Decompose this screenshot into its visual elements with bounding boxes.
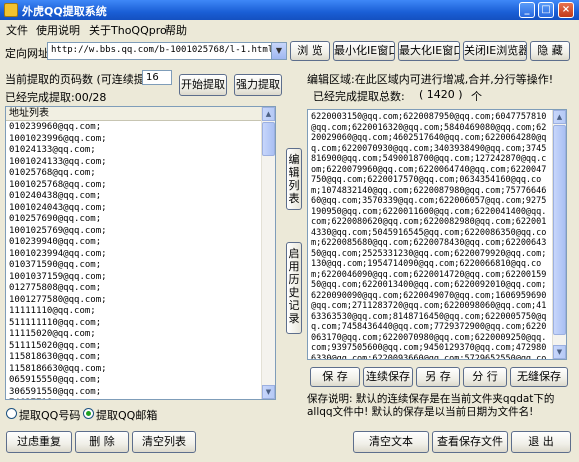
edit-content[interactable]: 6220003150@qq.com;6220087950@qq.com;6047… xyxy=(311,112,551,359)
list-item[interactable]: 1001025768@qq.com; xyxy=(9,180,261,192)
total-label: 已经完成提取总数: xyxy=(313,90,405,103)
browse-button[interactable]: 浏 览 xyxy=(290,41,330,61)
list-item[interactable]: 010240438@qq.com; xyxy=(9,191,261,203)
view-saved-file-button[interactable]: 查看保存文件 xyxy=(432,431,508,453)
total-unit: 个 xyxy=(471,90,482,103)
list-item[interactable]: 010371590@qq.com; xyxy=(9,260,261,272)
list-item[interactable]: 01024133@qq.com; xyxy=(9,145,261,157)
start-extract-button[interactable]: 开始提取 xyxy=(179,74,227,96)
edit-scrollbar[interactable]: ▲ ▼ xyxy=(552,110,566,359)
hide-button[interactable]: 隐 藏 xyxy=(530,41,570,61)
list-item[interactable]: 1001037159@qq.com; xyxy=(9,272,261,284)
edit-area-note: 编辑区域:在此区域内可进行增减,合并,分行等操作! xyxy=(307,73,554,86)
list-item[interactable]: 511115020@qq.com; xyxy=(9,341,261,353)
maximize-button[interactable]: □ xyxy=(538,2,554,18)
list-item[interactable]: 1158186630@qq.com; xyxy=(9,364,261,376)
edit-list-tab[interactable]: 编辑列表 xyxy=(286,148,302,210)
address-list-scrollbar[interactable]: ▲ ▼ xyxy=(261,107,275,399)
list-item[interactable]: 511111110@qq.com; xyxy=(9,318,261,330)
scroll-up-icon[interactable]: ▲ xyxy=(262,107,275,121)
scroll-thumb[interactable] xyxy=(262,122,275,156)
save-as-button[interactable]: 另 存 xyxy=(416,367,460,387)
list-item[interactable]: 11111110@qq.com; xyxy=(9,306,261,318)
minimize-button[interactable]: _ xyxy=(519,2,535,18)
seamless-save-button[interactable]: 无缝保存 xyxy=(510,367,568,387)
url-combobox[interactable]: http://w.bbs.qq.com/b-1001025768/l-1.htm… xyxy=(47,42,287,60)
radio-extract-qq-label[interactable]: 提取QQ号码 xyxy=(19,407,80,423)
minimize-ie-button[interactable]: 最小化IE窗口 xyxy=(333,41,395,61)
scroll-down-icon[interactable]: ▼ xyxy=(553,345,566,359)
list-item[interactable]: 065915550@qq.com; xyxy=(9,375,261,387)
list-item[interactable]: 1001277580@qq.com; xyxy=(9,295,261,307)
exit-button[interactable]: 退 出 xyxy=(511,431,571,453)
list-item[interactable]: 1001023994@qq.com; xyxy=(9,249,261,261)
window-title: 外虎QQ提取系统 xyxy=(22,5,107,18)
close-button[interactable]: × xyxy=(558,2,574,18)
history-tab[interactable]: 启用历史记录 xyxy=(286,242,302,334)
list-item[interactable]: 1001025769@qq.com; xyxy=(9,226,261,238)
save-note: 保存说明: 默认的连续保存是在当前文件夹qqdat下的allqq文件中! 默认的… xyxy=(307,393,555,418)
app-icon xyxy=(4,3,18,17)
maximize-ie-button[interactable]: 最大化IE窗口 xyxy=(398,41,460,61)
continuous-save-button[interactable]: 连续保存 xyxy=(363,367,413,387)
clear-list-button[interactable]: 清空列表 xyxy=(132,431,196,453)
radio-extract-mail[interactable] xyxy=(83,408,94,419)
radio-extract-mail-label[interactable]: 提取QQ邮箱 xyxy=(96,407,157,423)
list-item[interactable]: 74637718@qq.com; xyxy=(9,398,261,399)
page-count-input[interactable]: 16 xyxy=(142,70,172,85)
total-value: ( 1420 ) xyxy=(419,88,463,101)
url-label: 定向网址: xyxy=(5,47,53,60)
radio-extract-qq[interactable] xyxy=(6,408,17,419)
chevron-down-icon[interactable]: ▼ xyxy=(271,43,286,59)
address-list-header[interactable]: 地址列表 xyxy=(6,107,263,121)
scroll-up-icon[interactable]: ▲ xyxy=(553,110,566,124)
menu-file[interactable]: 文件 xyxy=(6,22,28,38)
list-item[interactable]: 010239960@qq.com; xyxy=(9,122,261,134)
list-item[interactable]: 01025768@qq.com; xyxy=(9,168,261,180)
scroll-thumb[interactable] xyxy=(553,125,566,335)
menu-usage[interactable]: 使用说明 xyxy=(36,22,80,38)
menu-about[interactable]: 关于ThoQQpro xyxy=(89,22,167,38)
url-value[interactable]: http://w.bbs.qq.com/b-1001025768/l-1.htm… xyxy=(51,45,273,55)
address-list-rows: 010239960@qq.com; 1001023996@qq.com; 01024… xyxy=(9,122,261,399)
list-item[interactable]: 11115020@qq.com; xyxy=(9,329,261,341)
list-item[interactable]: 1001023996@qq.com; xyxy=(9,134,261,146)
edit-textarea[interactable]: 6220003150@qq.com;6220087950@qq.com;6047… xyxy=(307,109,567,360)
list-item[interactable]: 115818630@qq.com; xyxy=(9,352,261,364)
list-item[interactable]: 1001024043@qq.com; xyxy=(9,203,261,215)
edit-list-tab-label: 编辑列表 xyxy=(288,153,300,205)
address-list[interactable]: 地址列表 010239960@qq.com; 1001023996@qq.com;… xyxy=(5,106,276,400)
menu-help[interactable]: 帮助 xyxy=(165,22,187,38)
delete-button[interactable]: 删 除 xyxy=(75,431,129,453)
scroll-down-icon[interactable]: ▼ xyxy=(262,385,275,399)
save-button[interactable]: 保 存 xyxy=(310,367,360,387)
force-extract-button[interactable]: 强力提取 xyxy=(234,74,282,96)
dedupe-button[interactable]: 过虑重复 xyxy=(6,431,72,453)
title-bar: 外虎QQ提取系统 _ □ × xyxy=(0,0,579,20)
clear-text-button[interactable]: 清空文本 xyxy=(353,431,429,453)
close-ie-button[interactable]: 关闭IE浏览器 xyxy=(463,41,527,61)
progress-text: 已经完成提取:00/28 xyxy=(5,91,107,104)
list-item[interactable]: 010239940@qq.com; xyxy=(9,237,261,249)
list-item[interactable]: 010257690@qq.com; xyxy=(9,214,261,226)
list-item[interactable]: 1001024133@qq.com; xyxy=(9,157,261,169)
history-tab-label: 启用历史记录 xyxy=(288,247,300,325)
list-item[interactable]: 306591550@qq.com; xyxy=(9,387,261,399)
list-item[interactable]: 012775808@qq.com; xyxy=(9,283,261,295)
menu-bar: 文件 使用说明 关于ThoQQpro 帮助 xyxy=(0,20,579,38)
split-lines-button[interactable]: 分 行 xyxy=(463,367,507,387)
